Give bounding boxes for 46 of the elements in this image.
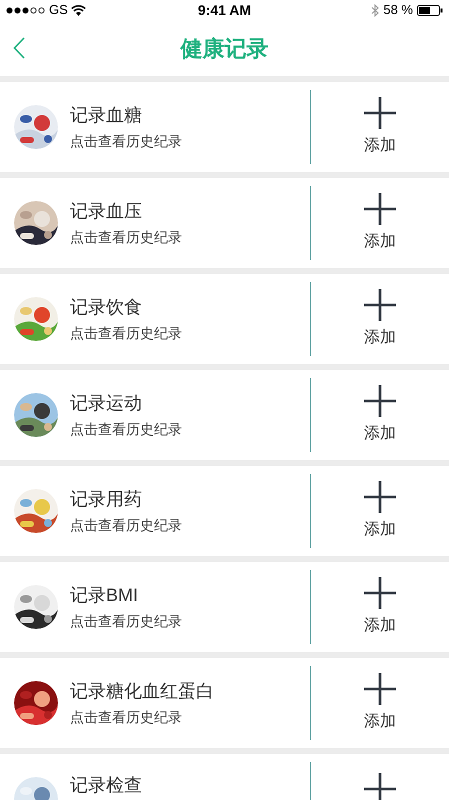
history-link[interactable]: 点击查看历史纪录 xyxy=(70,228,310,246)
record-item[interactable]: 记录运动 点击查看历史纪录 添加 xyxy=(0,370,449,460)
plus-icon xyxy=(363,192,397,226)
record-title: 记录血压 xyxy=(70,200,143,222)
add-button[interactable]: 添加 xyxy=(311,288,449,350)
record-title: 记录血糖 xyxy=(70,104,143,126)
history-link[interactable]: 点击查看历史纪录 xyxy=(70,132,310,150)
record-item[interactable]: 记录BMI 点击查看历史纪录 添加 xyxy=(0,562,449,652)
history-link[interactable]: 点击查看历史纪录 xyxy=(70,708,310,726)
add-button[interactable]: 添加 xyxy=(311,96,449,158)
record-item[interactable]: 记录糖化血红蛋白 点击查看历史纪录 添加 xyxy=(0,658,449,748)
history-link[interactable]: 点击查看历史纪录 xyxy=(70,324,310,342)
battery-icon xyxy=(417,4,443,16)
record-item[interactable]: 记录检查 xyxy=(0,754,449,800)
status-time: 9:41 AM xyxy=(198,0,252,20)
bluetooth-icon xyxy=(371,4,380,16)
add-button[interactable]: 添加 xyxy=(311,480,449,542)
battery-percent: 58 % xyxy=(383,1,413,20)
history-link[interactable]: 点击查看历史纪录 xyxy=(70,516,310,534)
record-item[interactable]: 记录血糖 点击查看历史纪录 添加 xyxy=(0,82,449,172)
history-link[interactable]: 点击查看历史纪录 xyxy=(70,420,310,438)
plus-icon xyxy=(363,772,397,800)
history-link[interactable]: 点击查看历史纪录 xyxy=(70,612,310,630)
record-title: 记录BMI xyxy=(70,584,140,606)
add-button[interactable]: 添加 xyxy=(311,576,449,638)
plus-icon xyxy=(363,672,397,706)
plus-icon xyxy=(363,384,397,418)
record-title: 记录检查 xyxy=(70,774,143,796)
record-item[interactable]: 记录血压 点击查看历史纪录 添加 xyxy=(0,178,449,268)
plus-icon xyxy=(363,288,397,322)
add-button[interactable]: 添加 xyxy=(311,384,449,446)
record-title: 记录用药 xyxy=(70,488,143,510)
record-title: 记录糖化血红蛋白 xyxy=(70,680,215,702)
plus-icon xyxy=(363,480,397,514)
wifi-icon xyxy=(70,4,86,16)
plus-icon xyxy=(363,576,397,610)
add-button[interactable]: 添加 xyxy=(311,672,449,734)
record-title: 记录饮食 xyxy=(70,296,143,318)
signal-icon xyxy=(6,6,46,14)
record-title: 记录运动 xyxy=(70,392,143,414)
record-item[interactable]: 记录用药 点击查看历史纪录 添加 xyxy=(0,466,449,556)
record-item[interactable]: 记录饮食 点击查看历史纪录 添加 xyxy=(0,274,449,364)
add-button[interactable]: 添加 xyxy=(311,192,449,254)
page-title: 健康记录 xyxy=(180,34,268,62)
plus-icon xyxy=(363,96,397,130)
carrier-name: GS xyxy=(49,1,68,20)
